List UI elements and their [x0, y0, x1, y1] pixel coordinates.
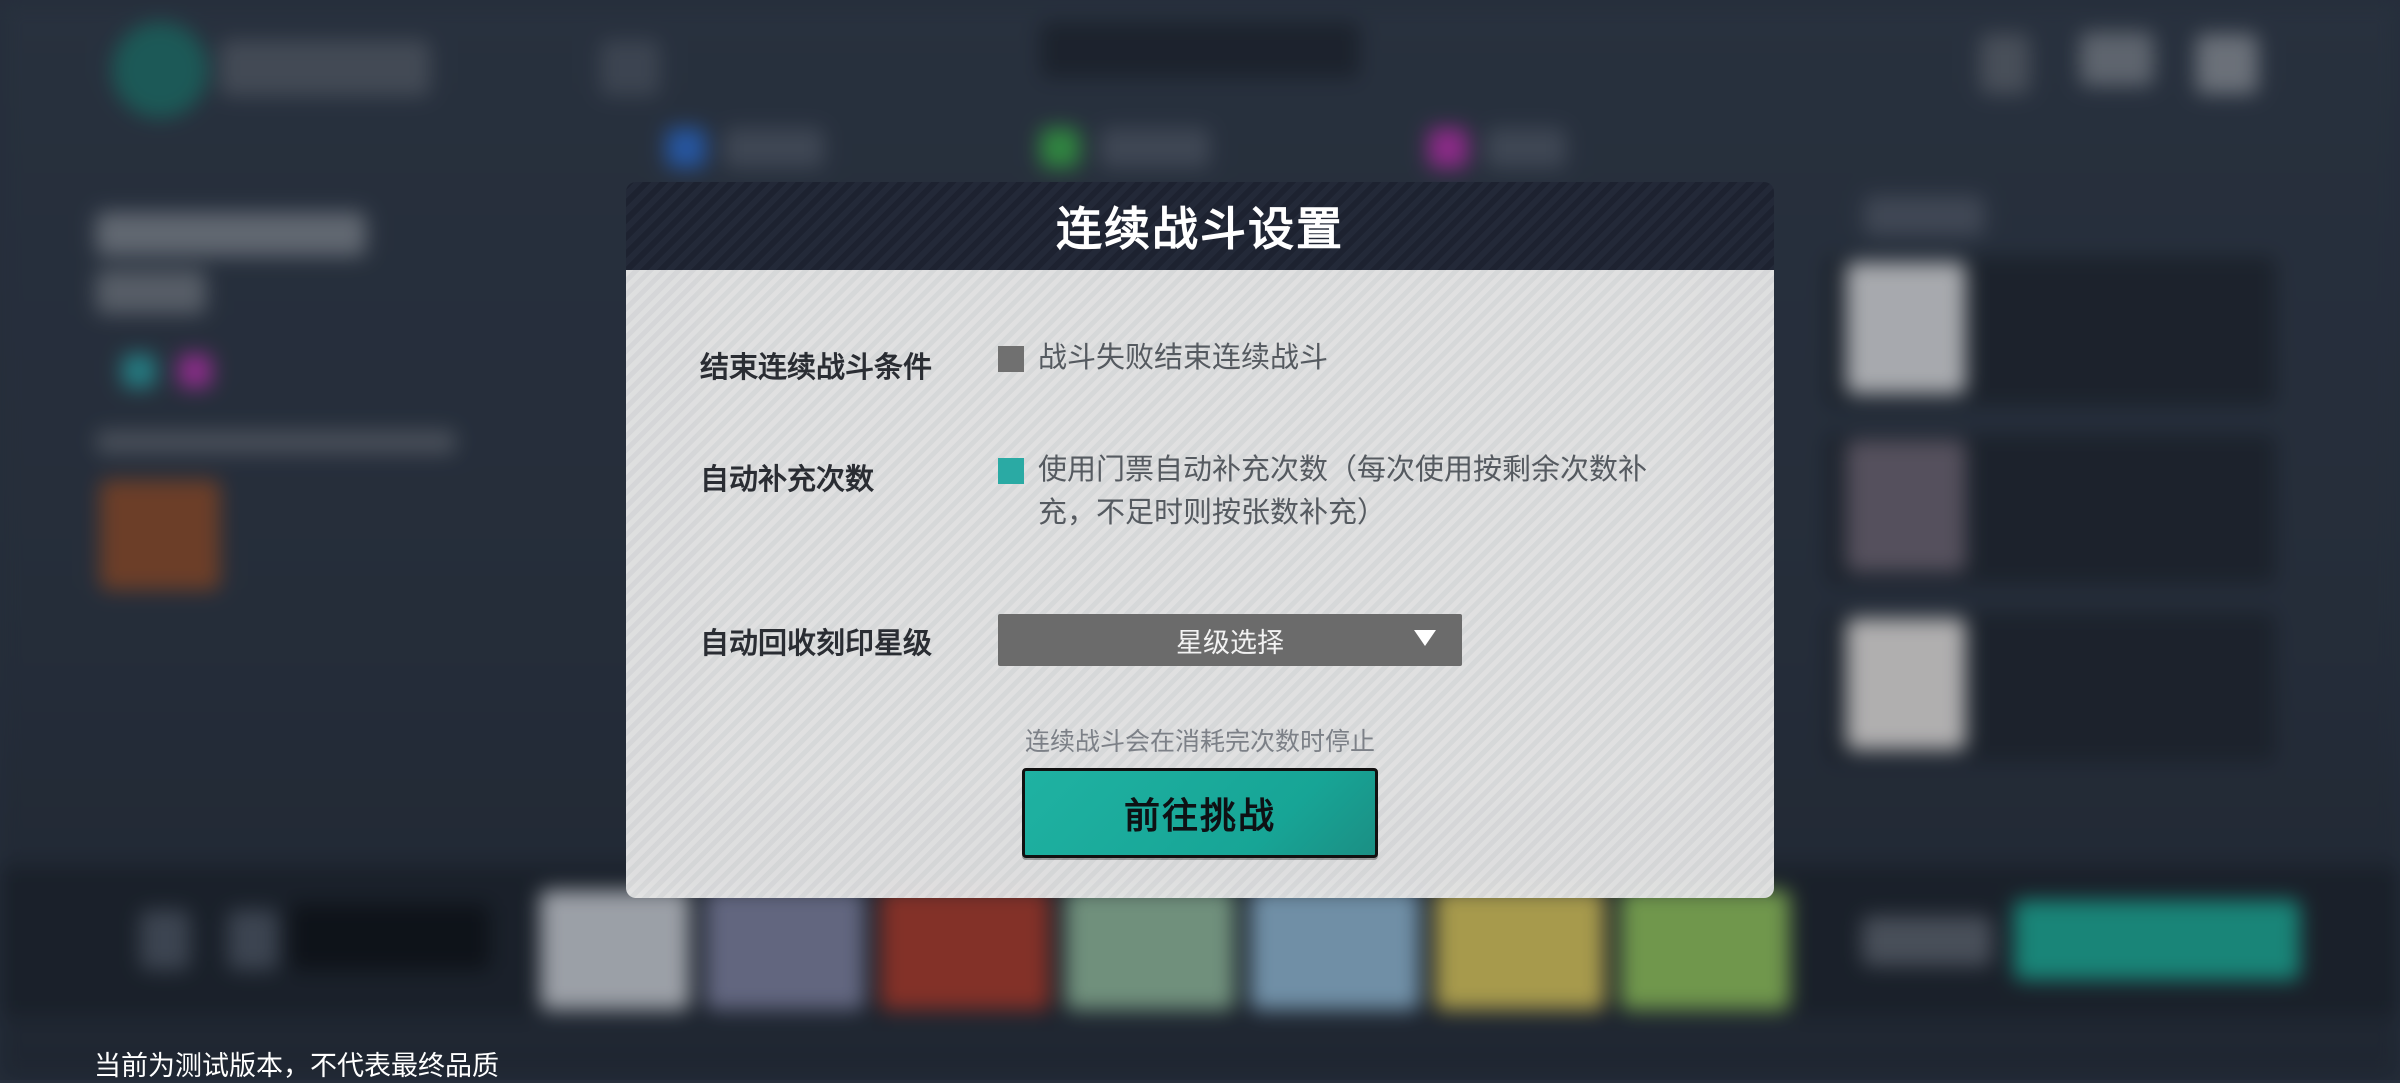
go-challenge-label: 前往挑战	[1123, 796, 1276, 837]
star-level-dropdown[interactable]: 星级选择	[998, 614, 1462, 666]
end-condition-label: 结束连续战斗条件	[700, 350, 933, 384]
test-build-note: 当前为测试版本，不代表最终品质	[94, 1051, 499, 1082]
star-level-dropdown-value: 星级选择	[1176, 627, 1284, 659]
auto-recycle-stars-label: 自动回收刻印星级	[700, 626, 933, 660]
dialog-header: 连续战斗设置	[626, 182, 1774, 270]
auto-refill-option[interactable]: 使用门票自动补充次数（每次使用按剩余次数补充，不足时则按张数补充）	[1038, 448, 1698, 534]
auto-refill-label: 自动补充次数	[700, 462, 875, 496]
go-challenge-button[interactable]: 前往挑战	[1022, 768, 1378, 858]
triangle-down-icon	[1414, 630, 1436, 646]
end-on-fail-option[interactable]: 战斗失败结束连续战斗	[1038, 336, 1698, 379]
auto-refill-checkbox[interactable]	[998, 458, 1024, 484]
auto-battle-settings-dialog: 结束连续战斗条件 战斗失败结束连续战斗 自动补充次数 使用门票自动补充次数（每次…	[626, 270, 1774, 898]
stop-notice: 连续战斗会在消耗完次数时停止	[1024, 727, 1375, 756]
end-on-fail-checkbox[interactable]	[998, 346, 1024, 372]
dialog-title: 连续战斗设置	[1056, 202, 1344, 256]
